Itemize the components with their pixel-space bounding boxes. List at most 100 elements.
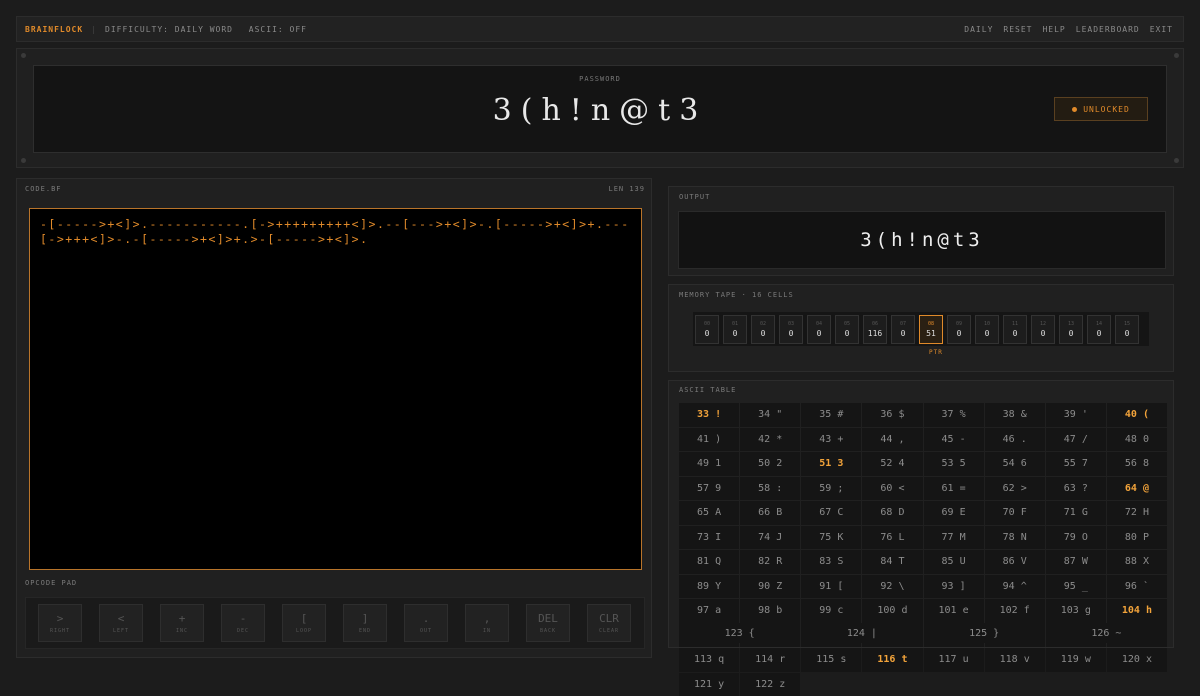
tape-cell: 150 <box>1115 315 1139 344</box>
nav-leaderboard[interactable]: LEADERBOARD <box>1076 25 1140 34</box>
key-right[interactable]: >RIGHT <box>38 604 82 642</box>
key-clr[interactable]: CLRCLEAR <box>587 604 631 642</box>
cell-value: 51 <box>926 329 936 338</box>
cell-value: 0 <box>761 329 766 338</box>
ascii-cell: 36 $ <box>862 403 922 427</box>
ascii-cell: 67 C <box>801 501 861 525</box>
status-badge: UNLOCKED <box>1054 97 1148 121</box>
ascii-cell: 91 [ <box>801 575 861 599</box>
top-bar: BRAINFLOCK | DIFFICULTY: DAILY WORD ASCI… <box>16 16 1184 42</box>
output-panel: OUTPUT 3(h!n@t3 <box>668 186 1174 276</box>
key-symbol: ] <box>362 612 369 625</box>
ascii-cell: 116 t <box>862 648 922 672</box>
nav-reset[interactable]: RESET <box>1003 25 1032 34</box>
tape-cell: 100 <box>975 315 999 344</box>
rivet-icon <box>1174 53 1179 58</box>
key-symbol: . <box>423 612 430 625</box>
key-symbol: DEL <box>538 612 558 625</box>
cell-index: 11 <box>1012 321 1018 327</box>
ascii-cell: 77 M <box>924 526 984 550</box>
tape-cell: 030 <box>779 315 803 344</box>
memory-tape-label: MEMORY TAPE · 16 CELLS <box>679 291 794 299</box>
key-symbol: + <box>179 612 186 625</box>
ascii-cell: 47 / <box>1046 428 1106 452</box>
ascii-cell: 87 W <box>1046 550 1106 574</box>
ascii-cell: 83 S <box>801 550 861 574</box>
cell-index: 09 <box>956 321 962 327</box>
ascii-table-panel: ASCII TABLE 33 !34 "35 #36 $37 %38 &39 '… <box>668 380 1174 648</box>
key-inc[interactable]: + INC <box>160 604 204 642</box>
ascii-cell: 66 B <box>740 501 800 525</box>
cell-value: 0 <box>845 329 850 338</box>
cell-index: 10 <box>984 321 990 327</box>
cell-index: 00 <box>704 321 710 327</box>
nav-help[interactable]: HELP <box>1042 25 1065 34</box>
key-name: INC <box>176 628 188 634</box>
difficulty-label: DIFFICULTY: DAILY WORD <box>105 25 233 34</box>
code-editor[interactable]: -[----->+<]>.-----------.[->+++++++++<]>… <box>29 208 642 570</box>
tape-cell: 06116 <box>863 315 887 344</box>
code-length: LEN 139 <box>608 185 645 193</box>
cell-value: 0 <box>957 329 962 338</box>
ascii-cell: 73 I <box>679 526 739 550</box>
ascii-cell: 89 Y <box>679 575 739 599</box>
ascii-cell: 78 N <box>985 526 1045 550</box>
nav-exit[interactable]: EXIT <box>1150 25 1173 34</box>
ascii-cell: 115 s <box>801 648 861 672</box>
ascii-cell: 81 Q <box>679 550 739 574</box>
ascii-cell: 74 J <box>740 526 800 550</box>
tape-cell: 000 <box>695 315 719 344</box>
ascii-cell: 50 2 <box>740 452 800 476</box>
ascii-cell: 96 ` <box>1107 575 1167 599</box>
ascii-cell: 34 " <box>740 403 800 427</box>
ascii-cell: 102 f <box>985 599 1045 623</box>
code-header: CODE.BF LEN 139 <box>25 185 645 193</box>
key-name: RIGHT <box>50 628 70 634</box>
ascii-cell: 118 v <box>985 648 1045 672</box>
ascii-cell: 82 R <box>740 550 800 574</box>
ascii-cell: 126 ~ <box>1046 623 1167 643</box>
cell-index: 02 <box>760 321 766 327</box>
key-symbol: - <box>240 612 247 625</box>
ascii-cell: 98 b <box>740 599 800 623</box>
ascii-cell: 70 F <box>985 501 1045 525</box>
tape-cell: 110 <box>1003 315 1027 344</box>
rivet-icon <box>21 53 26 58</box>
ascii-cell: 39 ' <box>1046 403 1106 427</box>
ascii-cell: 56 8 <box>1107 452 1167 476</box>
ascii-cell: 68 D <box>862 501 922 525</box>
key-left[interactable]: <LEFT <box>99 604 143 642</box>
ascii-cell: 94 ^ <box>985 575 1045 599</box>
key-loop[interactable]: [LOOP <box>282 604 326 642</box>
key-symbol: , <box>484 612 491 625</box>
key-out[interactable]: .OUT <box>404 604 448 642</box>
ascii-cell: 79 O <box>1046 526 1106 550</box>
ascii-cell: 100 d <box>862 599 922 623</box>
password-panel: PASSWORD 3(h!n@t3 UNLOCKED <box>16 48 1184 168</box>
cell-value: 0 <box>1041 329 1046 338</box>
game-meta: DIFFICULTY: DAILY WORD ASCII: OFF <box>105 25 317 34</box>
cell-index: 14 <box>1096 321 1102 327</box>
ascii-cell: 85 U <box>924 550 984 574</box>
ascii-cell: 45 - <box>924 428 984 452</box>
ascii-cell: 113 q <box>679 648 739 672</box>
key-in[interactable]: ,IN <box>465 604 509 642</box>
opcode-pad-label: OPCODE PAD <box>25 579 77 587</box>
ascii-cell: 54 6 <box>985 452 1045 476</box>
ascii-cell: 41 ) <box>679 428 739 452</box>
ascii-cell: 90 Z <box>740 575 800 599</box>
key-del[interactable]: DELBACK <box>526 604 570 642</box>
nav-daily[interactable]: DAILY <box>964 25 993 34</box>
cell-value: 0 <box>985 329 990 338</box>
tape-cell: 0851 <box>919 315 943 344</box>
key-end[interactable]: ]END <box>343 604 387 642</box>
ascii-cell: 52 4 <box>862 452 922 476</box>
ascii-cell: 121 y <box>679 673 739 696</box>
status-dot-icon <box>1072 107 1077 112</box>
password-label: PASSWORD <box>34 75 1166 83</box>
output-label: OUTPUT <box>679 193 710 201</box>
key-dec[interactable]: -DEC <box>221 604 265 642</box>
ascii-cell: 104 h <box>1107 599 1167 623</box>
tape-cell: 090 <box>947 315 971 344</box>
tape-cell: 020 <box>751 315 775 344</box>
